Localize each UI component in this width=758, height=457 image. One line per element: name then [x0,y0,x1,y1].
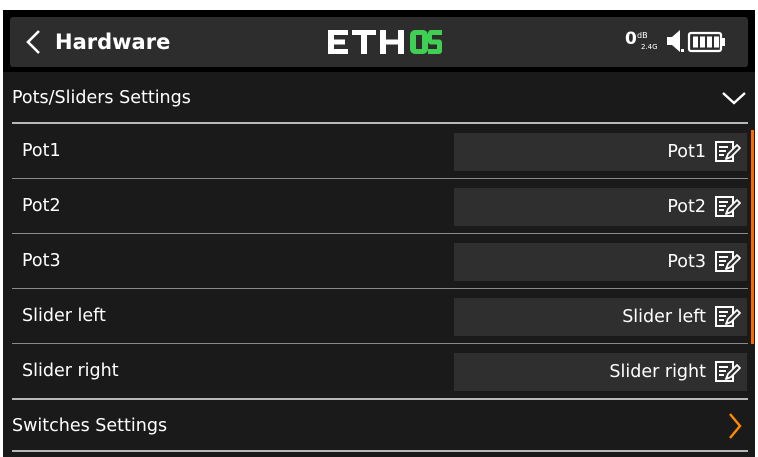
battery-icon [687,31,725,53]
row-value: Pot3 [667,252,706,272]
rf-band: 2.4G [641,43,658,51]
section-title: Pots/Sliders Settings [12,88,191,108]
row-value: Slider left [622,307,706,327]
section-title: Switches Settings [12,416,168,436]
name-field[interactable]: Slider left [454,298,747,336]
scrollbar[interactable] [751,130,754,344]
chevron-right-icon [729,413,742,439]
name-field[interactable]: Slider right [454,353,747,391]
ethos-logo [324,23,444,61]
section-divider [12,450,748,452]
list-item: Pot2 Pot2 [3,180,755,234]
back-button[interactable]: Hardware [21,24,181,60]
rf-unit: dB [637,31,648,40]
screen: Hardware 0 dB 2.4G Pots/Sliders Settings… [3,10,755,457]
list-item: Pot1 Pot1 [3,125,755,179]
edit-icon[interactable] [714,250,742,274]
row-label: Pot1 [22,141,61,161]
row-label: Pot2 [22,196,61,216]
row-divider [12,343,748,344]
edit-icon[interactable] [714,305,742,329]
row-value: Pot1 [667,142,706,162]
title-bar: Hardware 0 dB 2.4G [3,10,755,72]
row-divider [12,233,748,234]
name-field[interactable]: Pot2 [454,188,747,226]
row-label: Slider right [22,361,119,381]
row-value: Slider right [609,362,706,382]
status-area: 0 dB 2.4G [621,27,749,57]
list-item: Slider right Slider right [3,345,755,399]
row-label: Slider left [22,306,106,326]
edit-icon[interactable] [714,360,742,384]
list-item: Pot3 Pot3 [3,235,755,289]
chevron-down-icon [722,92,746,105]
edit-icon[interactable] [714,140,742,164]
row-label: Pot3 [22,251,61,271]
pots-sliders-section-header[interactable]: Pots/Sliders Settings [3,72,755,124]
list-item: Slider left Slider left [3,290,755,344]
edit-icon[interactable] [714,195,742,219]
rf-level: 0 [625,29,637,49]
row-divider [12,178,748,179]
row-divider [12,288,748,289]
section-divider [12,122,748,124]
row-value: Pot2 [667,197,706,217]
switches-section-header[interactable]: Switches Settings [3,400,755,452]
chevron-left-icon [26,30,40,54]
signal-icon [667,30,684,52]
page-title: Hardware [55,30,171,54]
name-field[interactable]: Pot1 [454,133,747,171]
name-field[interactable]: Pot3 [454,243,747,281]
